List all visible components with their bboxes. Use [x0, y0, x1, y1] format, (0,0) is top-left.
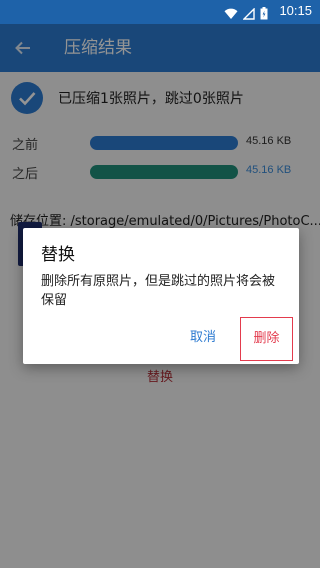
- delete-button[interactable]: 删除: [240, 317, 293, 361]
- dialog-message: 删除所有原照片，但是跳过的照片将会被保留: [41, 274, 276, 308]
- signal-icon: [242, 5, 255, 24]
- cancel-button[interactable]: 取消: [181, 325, 225, 351]
- status-time: 10:15: [279, 3, 312, 18]
- status-icons: [224, 5, 268, 24]
- status-bar: 10:15: [0, 0, 320, 24]
- replace-dialog: 替换 删除所有原照片，但是跳过的照片将会被保留 取消 删除: [23, 228, 299, 364]
- wifi-icon: [224, 5, 238, 24]
- dialog-title: 替换: [41, 245, 75, 265]
- battery-icon: [260, 5, 268, 24]
